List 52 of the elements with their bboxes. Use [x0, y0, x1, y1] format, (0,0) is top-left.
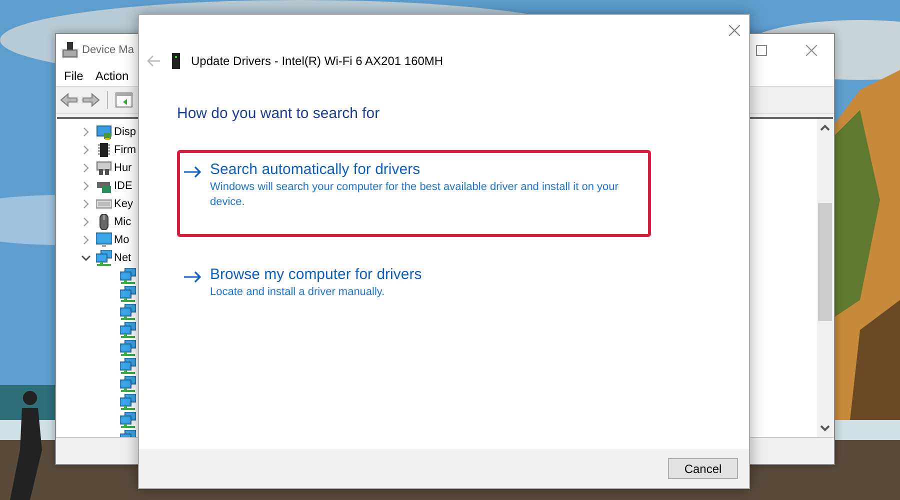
tree-item[interactable]: Mo — [114, 234, 130, 246]
arrow-icon — [184, 271, 202, 283]
expand-chevron[interactable] — [81, 181, 91, 191]
network-icon — [120, 286, 136, 302]
tree-item[interactable]: Mic — [114, 216, 132, 228]
dialog-heading: How do you want to search for — [177, 105, 381, 122]
hid-icon — [96, 160, 112, 176]
close-icon — [728, 24, 740, 36]
network-icon — [120, 394, 136, 410]
tree-item[interactable]: Key — [114, 198, 133, 210]
close-icon — [806, 44, 816, 56]
computer-icon — [62, 42, 78, 58]
tree-item[interactable]: Hur — [114, 162, 132, 174]
network-icon — [120, 304, 136, 320]
expand-chevron[interactable] — [81, 145, 91, 155]
properties-button[interactable] — [115, 92, 133, 108]
cancel-button[interactable]: Cancel — [668, 458, 738, 479]
dialog-title: Update Drivers - Intel(R) Wi-Fi 6 AX201 160MH — [191, 54, 444, 68]
collapse-chevron[interactable] — [81, 253, 91, 263]
arrow-icon — [184, 166, 202, 178]
scroll-up-icon[interactable] — [820, 123, 830, 133]
network-icon — [120, 358, 136, 374]
back-button[interactable] — [60, 92, 78, 108]
expand-chevron[interactable] — [81, 217, 91, 227]
network-icon — [120, 268, 136, 284]
menu-item[interactable]: File — [64, 69, 84, 83]
scroll-down-icon[interactable] — [820, 423, 830, 433]
menu-item[interactable]: Action — [95, 69, 129, 83]
display-icon — [96, 124, 112, 140]
device-icon — [171, 53, 181, 69]
monitor-icon — [96, 232, 112, 248]
network-icon — [120, 376, 136, 392]
network-icon — [120, 412, 136, 428]
tree-item[interactable]: Firm — [114, 144, 136, 156]
tree-item[interactable]: Disp — [114, 126, 136, 138]
search-option[interactable]: Browse my computer for drivers Locate and install a driver manually. — [177, 255, 651, 327]
tree-item[interactable]: IDE — [114, 180, 132, 192]
expand-chevron[interactable] — [81, 235, 91, 245]
expand-chevron[interactable] — [81, 199, 91, 209]
window-title: Device Ma — [82, 44, 134, 56]
network-icon — [120, 340, 136, 356]
maximize-icon — [756, 44, 766, 56]
tree-item[interactable]: Net — [114, 252, 132, 264]
chip-icon — [96, 142, 112, 158]
search-option[interactable]: Search automatically for drivers Windows will search your computer for the best available driver and install it on your device. — [177, 150, 651, 237]
expand-chevron[interactable] — [81, 127, 91, 137]
back-button[interactable] — [147, 55, 161, 67]
scrollbar[interactable] — [817, 119, 833, 437]
expand-chevron[interactable] — [81, 163, 91, 173]
network-icon — [96, 250, 112, 266]
network-icon — [120, 322, 136, 338]
forward-button[interactable] — [82, 92, 100, 108]
